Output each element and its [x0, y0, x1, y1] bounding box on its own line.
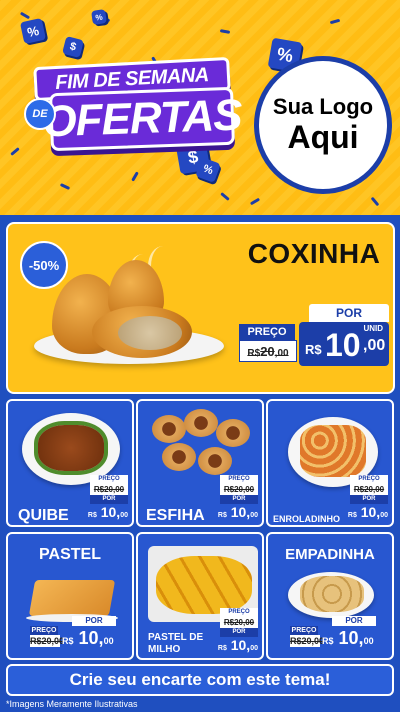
confetti: [249, 197, 261, 206]
product-card-quibe[interactable]: QUIBE PREÇO R$20,00 POR R$ 10,00: [6, 399, 134, 527]
product-price: POR PREÇO R$20,00 R$ 10,00: [290, 616, 386, 652]
product-name: EMPADINHA: [285, 546, 375, 563]
confetti: [329, 18, 341, 25]
product-card-pastel[interactable]: PASTEL POR PREÇO R$20,00 R$ 10,00: [6, 532, 134, 660]
product-price: PREÇO R$20,00 POR R$ 10,00: [347, 475, 388, 520]
title-line2: OFERTAS: [42, 86, 242, 152]
product-name: QUIBE: [18, 507, 69, 524]
logo-text-line2: Aqui: [287, 118, 359, 155]
preco-label: PREÇO: [239, 324, 295, 340]
discount-badge: -50%: [20, 241, 68, 289]
product-card-pastel-de-milho[interactable]: PASTEL DE MILHO PREÇO R$20,00 POR R$ 10,…: [136, 532, 264, 660]
percent-badge-icon: %: [91, 9, 107, 25]
confetti: [19, 11, 31, 20]
esfiha-image: [184, 409, 218, 437]
campaign-title: FIM DE SEMANA DE OFERTAS: [4, 56, 244, 166]
quibe-image: [38, 425, 104, 471]
logo-text-line1: Sua Logo: [272, 94, 374, 120]
confetti: [59, 183, 71, 190]
percent-badge-icon: %: [19, 17, 47, 45]
product-price: PREÇO R$20,00 POR R$ 10,00: [217, 608, 258, 653]
pastel-milho-image: [156, 556, 252, 614]
product-name: ESFIHA: [146, 507, 205, 524]
header-banner: % $ % % $ % FIM DE SEMANA DE OFERTAS Sua…: [0, 0, 400, 215]
esfiha-image: [198, 447, 232, 475]
unit-label: UNID: [363, 324, 383, 333]
por-label: POR: [309, 304, 389, 322]
old-price: R$20,00: [239, 340, 297, 362]
empadinha-image: [300, 576, 364, 612]
footnote: *Imagens Meramente Ilustrativas: [6, 699, 138, 709]
new-price: UNID R$ 10 ,00: [299, 322, 389, 366]
product-price: PREÇO R$20,00 POR R$ 10,00: [87, 475, 128, 520]
featured-price: POR PREÇO R$20,00 UNID R$ 10 ,00: [239, 304, 389, 368]
coxinha-filling-image: [118, 316, 182, 350]
enroladinho-image: [300, 425, 366, 477]
logo-placeholder[interactable]: Sua Logo Aqui: [254, 56, 392, 194]
product-card-esfiha[interactable]: ESFIHA PREÇO R$20,00 POR R$ 10,00: [136, 399, 264, 527]
pastel-image: [28, 580, 116, 616]
product-price: POR PREÇO R$20,00 R$ 10,00: [30, 616, 126, 652]
confetti: [219, 29, 231, 34]
featured-product-card[interactable]: -50% COXINHA POR PREÇO R$20,00 UNID R$ 1…: [6, 222, 395, 394]
esfiha-image: [152, 415, 186, 443]
product-card-enroladinho[interactable]: ENROLADINHO PREÇO R$20,00 POR R$ 10,00: [266, 399, 394, 527]
confetti: [220, 192, 230, 201]
dollar-badge-icon: $: [62, 36, 84, 58]
product-name: PASTEL: [39, 546, 101, 563]
confetti: [370, 196, 380, 207]
product-card-empadinha[interactable]: EMPADINHA POR PREÇO R$20,00 R$ 10,00: [266, 532, 394, 660]
create-flyer-button[interactable]: Crie seu encarte com este tema!: [6, 664, 394, 696]
confetti: [131, 171, 139, 182]
product-price: PREÇO R$20,00 POR R$ 10,00: [217, 475, 258, 520]
esfiha-image: [162, 443, 196, 471]
esfiha-image: [216, 419, 250, 447]
featured-product-name: COXINHA: [247, 238, 381, 269]
title-de: DE: [24, 98, 56, 130]
